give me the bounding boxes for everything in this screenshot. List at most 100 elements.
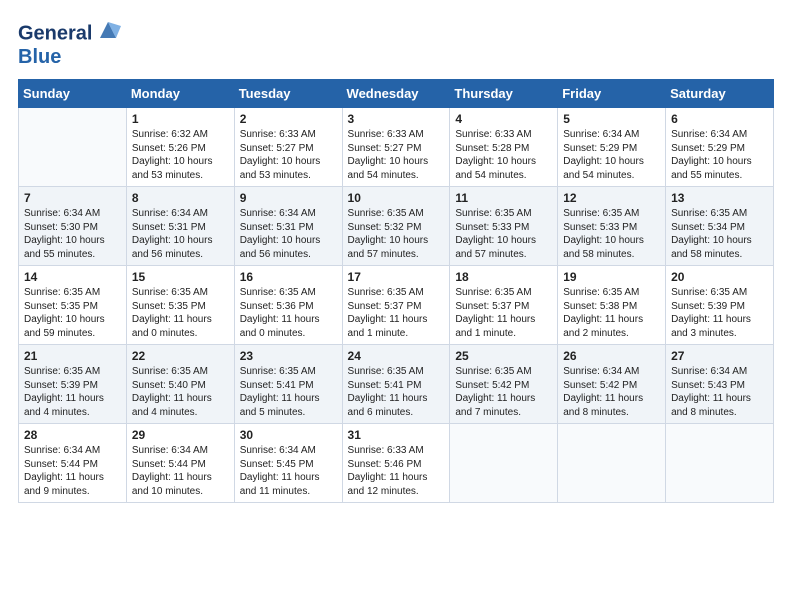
day-number: 4 (455, 112, 553, 126)
day-number: 12 (563, 191, 661, 205)
cell-info: Sunrise: 6:35 AM Sunset: 5:33 PM Dayligh… (563, 207, 661, 261)
day-number: 2 (240, 112, 338, 126)
cell-info: Sunrise: 6:35 AM Sunset: 5:37 PM Dayligh… (348, 286, 446, 340)
calendar-cell: 28Sunrise: 6:34 AM Sunset: 5:44 PM Dayli… (19, 424, 127, 503)
calendar-cell: 13 Sunrise: 6:35 AM Sunset: 5:34 PM Dayli… (666, 187, 774, 266)
cell-info: Sunrise: 6:33 AM Sunset: 5:27 PM Dayligh… (240, 128, 338, 182)
day-number: 8 (132, 191, 230, 205)
day-number: 19 (563, 270, 661, 284)
cell-info: Sunrise: 6:35 AM Sunset: 5:38 PM Dayligh… (563, 286, 661, 340)
header-monday: Monday (126, 80, 234, 108)
calendar-cell: 3 Sunrise: 6:33 AM Sunset: 5:27 PM Daylig… (342, 108, 450, 187)
calendar-cell (19, 108, 127, 187)
calendar-cell: 11 Sunrise: 6:35 AM Sunset: 5:33 PM Dayli… (450, 187, 558, 266)
day-number: 29 (132, 428, 230, 442)
day-number: 26 (563, 349, 661, 363)
header-sunday: Sunday (19, 80, 127, 108)
cell-info: Sunrise: 6:35 AM Sunset: 5:34 PM Dayligh… (671, 207, 769, 261)
day-number: 25 (455, 349, 553, 363)
calendar-cell: 6 Sunrise: 6:34 AM Sunset: 5:29 PM Daylig… (666, 108, 774, 187)
calendar-table: SundayMondayTuesdayWednesdayThursdayFrid… (18, 79, 774, 503)
day-number: 16 (240, 270, 338, 284)
cell-info: Sunrise: 6:34 AM Sunset: 5:29 PM Dayligh… (671, 128, 769, 182)
cell-info: Sunrise: 6:35 AM Sunset: 5:37 PM Dayligh… (455, 286, 553, 340)
calendar-cell: 29 Sunrise: 6:34 AM Sunset: 5:44 PM Dayli… (126, 424, 234, 503)
week-row-2: 7 Sunrise: 6:34 AM Sunset: 5:30 PM Daylig… (19, 187, 774, 266)
cell-info: Sunrise: 6:35 AM Sunset: 5:40 PM Dayligh… (132, 365, 230, 419)
week-row-5: 28 Sunrise: 6:34 AM Sunset: 5:44 PM Dayli… (19, 424, 774, 503)
calendar-cell: 21 Sunrise: 6:35 AM Sunset: 5:39 PM Dayli… (19, 345, 127, 424)
calendar-cell: 12 Sunrise: 6:35 AM Sunset: 5:33 PM Dayli… (558, 187, 666, 266)
logo-blue (121, 22, 127, 45)
calendar-cell: 9Sunrise: 6:34 AM Sunset: 5:31 PM Daylig… (234, 187, 342, 266)
calendar-cell: 26 Sunrise: 6:34 AM Sunset: 5:42 PM Dayli… (558, 345, 666, 424)
calendar-cell: 20Sunrise: 6:35 AM Sunset: 5:39 PM Dayli… (666, 266, 774, 345)
cell-info: Sunrise: 6:35 AM Sunset: 5:33 PM Dayligh… (455, 207, 553, 261)
day-number: 21 (24, 349, 122, 363)
calendar-cell: 27 Sunrise: 6:34 AM Sunset: 5:43 PM Dayli… (666, 345, 774, 424)
calendar-cell: 5Sunrise: 6:34 AM Sunset: 5:29 PM Daylig… (558, 108, 666, 187)
day-number: 11 (455, 191, 553, 205)
cell-info: Sunrise: 6:34 AM Sunset: 5:45 PM Dayligh… (240, 444, 338, 498)
calendar-cell: 1 Sunrise: 6:32 AM Sunset: 5:26 PM Daylig… (126, 108, 234, 187)
header-saturday: Saturday (666, 80, 774, 108)
calendar-cell: 2 Sunrise: 6:33 AM Sunset: 5:27 PM Daylig… (234, 108, 342, 187)
cell-info: Sunrise: 6:33 AM Sunset: 5:28 PM Dayligh… (455, 128, 553, 182)
calendar-cell: 19 Sunrise: 6:35 AM Sunset: 5:38 PM Dayli… (558, 266, 666, 345)
cell-info: Sunrise: 6:35 AM Sunset: 5:42 PM Dayligh… (455, 365, 553, 419)
day-number: 7 (24, 191, 122, 205)
cell-info: Sunrise: 6:34 AM Sunset: 5:31 PM Dayligh… (132, 207, 230, 261)
cell-info: Sunrise: 6:34 AM Sunset: 5:31 PM Dayligh… (240, 207, 338, 261)
calendar-cell: 10 Sunrise: 6:35 AM Sunset: 5:32 PM Dayli… (342, 187, 450, 266)
cell-info: Sunrise: 6:35 AM Sunset: 5:35 PM Dayligh… (24, 286, 122, 340)
calendar-cell: 25 Sunrise: 6:35 AM Sunset: 5:42 PM Dayli… (450, 345, 558, 424)
cell-info: Sunrise: 6:34 AM Sunset: 5:43 PM Dayligh… (671, 365, 769, 419)
cell-info: Sunrise: 6:34 AM Sunset: 5:42 PM Dayligh… (563, 365, 661, 419)
day-number: 13 (671, 191, 769, 205)
day-number: 24 (348, 349, 446, 363)
calendar-cell: 18Sunrise: 6:35 AM Sunset: 5:37 PM Dayli… (450, 266, 558, 345)
day-number: 3 (348, 112, 446, 126)
day-number: 1 (132, 112, 230, 126)
calendar-cell (558, 424, 666, 503)
cell-info: Sunrise: 6:35 AM Sunset: 5:39 PM Dayligh… (24, 365, 122, 419)
cell-info: Sunrise: 6:35 AM Sunset: 5:36 PM Dayligh… (240, 286, 338, 340)
cell-info: Sunrise: 6:35 AM Sunset: 5:39 PM Dayligh… (671, 286, 769, 340)
day-number: 15 (132, 270, 230, 284)
cell-info: Sunrise: 6:34 AM Sunset: 5:30 PM Dayligh… (24, 207, 122, 261)
week-row-1: 1 Sunrise: 6:32 AM Sunset: 5:26 PM Daylig… (19, 108, 774, 187)
calendar-cell: 16 Sunrise: 6:35 AM Sunset: 5:36 PM Dayli… (234, 266, 342, 345)
day-number: 5 (563, 112, 661, 126)
header-friday: Friday (558, 80, 666, 108)
header-tuesday: Tuesday (234, 80, 342, 108)
calendar-cell: 22 Sunrise: 6:35 AM Sunset: 5:40 PM Dayli… (126, 345, 234, 424)
calendar-cell: 30Sunrise: 6:34 AM Sunset: 5:45 PM Dayli… (234, 424, 342, 503)
cell-info: Sunrise: 6:34 AM Sunset: 5:44 PM Dayligh… (132, 444, 230, 498)
cell-info: Sunrise: 6:35 AM Sunset: 5:32 PM Dayligh… (348, 207, 446, 261)
calendar-cell (450, 424, 558, 503)
calendar-header-row: SundayMondayTuesdayWednesdayThursdayFrid… (19, 80, 774, 108)
calendar-cell: 24 Sunrise: 6:35 AM Sunset: 5:41 PM Dayli… (342, 345, 450, 424)
day-number: 17 (348, 270, 446, 284)
logo-icon (95, 18, 121, 44)
day-number: 10 (348, 191, 446, 205)
calendar-cell: 8 Sunrise: 6:34 AM Sunset: 5:31 PM Daylig… (126, 187, 234, 266)
calendar-cell: 31 Sunrise: 6:33 AM Sunset: 5:46 PM Dayli… (342, 424, 450, 503)
header-wednesday: Wednesday (342, 80, 450, 108)
day-number: 22 (132, 349, 230, 363)
calendar-cell: 23Sunrise: 6:35 AM Sunset: 5:41 PM Dayli… (234, 345, 342, 424)
page-header: General Blue (18, 18, 774, 69)
day-number: 31 (348, 428, 446, 442)
cell-info: Sunrise: 6:35 AM Sunset: 5:41 PM Dayligh… (348, 365, 446, 419)
week-row-4: 21 Sunrise: 6:35 AM Sunset: 5:39 PM Dayli… (19, 345, 774, 424)
cell-info: Sunrise: 6:33 AM Sunset: 5:46 PM Dayligh… (348, 444, 446, 498)
cell-info: Sunrise: 6:32 AM Sunset: 5:26 PM Dayligh… (132, 128, 230, 182)
day-number: 27 (671, 349, 769, 363)
calendar-cell: 17 Sunrise: 6:35 AM Sunset: 5:37 PM Dayli… (342, 266, 450, 345)
calendar-cell (666, 424, 774, 503)
day-number: 6 (671, 112, 769, 126)
calendar-cell: 7 Sunrise: 6:34 AM Sunset: 5:30 PM Daylig… (19, 187, 127, 266)
week-row-3: 14Sunrise: 6:35 AM Sunset: 5:35 PM Dayli… (19, 266, 774, 345)
day-number: 28 (24, 428, 122, 442)
cell-info: Sunrise: 6:33 AM Sunset: 5:27 PM Dayligh… (348, 128, 446, 182)
